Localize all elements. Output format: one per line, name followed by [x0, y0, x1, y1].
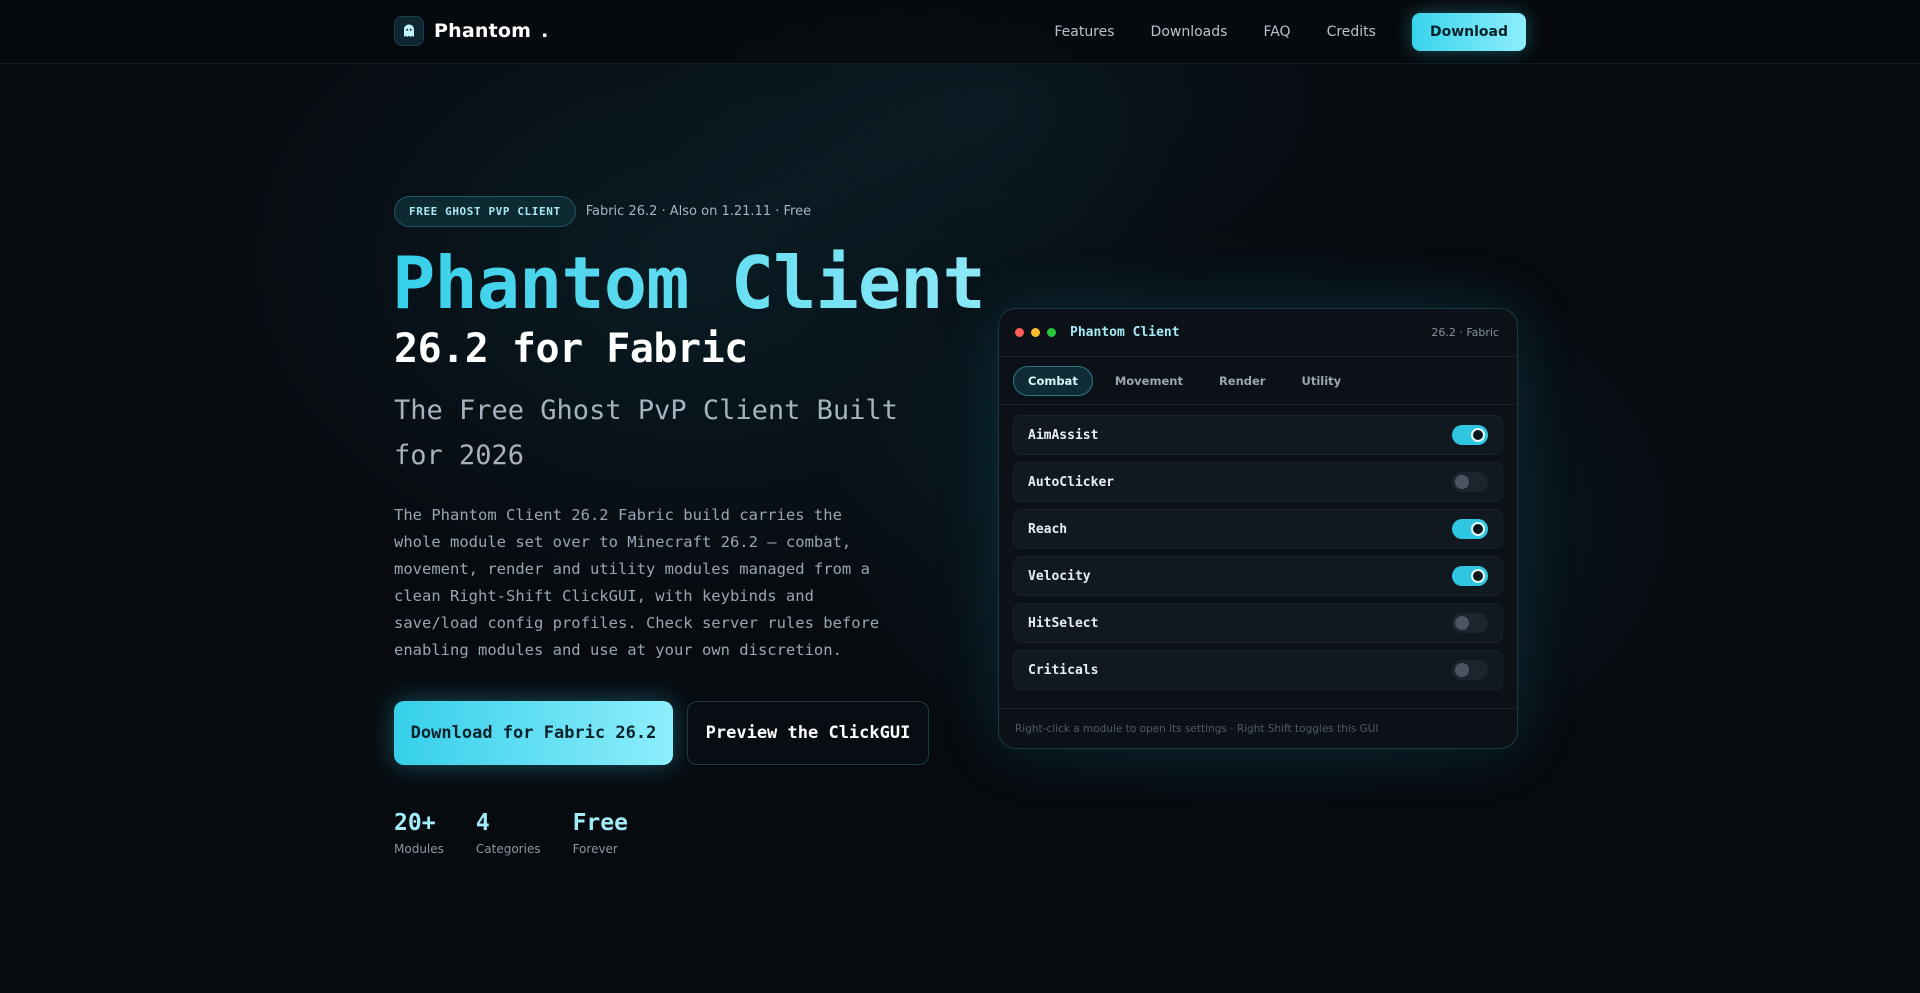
module-name: AimAssist: [1028, 427, 1099, 443]
module-row[interactable]: AutoClicker: [1013, 462, 1503, 502]
hero-tagline: The Free Ghost PvP Client Built for 2026: [394, 395, 898, 471]
brand-name: Phantom: [434, 20, 532, 42]
panel-footer-hint: Right-click a module to open its setting…: [999, 708, 1517, 748]
hero-badge-row: FREE GHOST PVP CLIENT Fabric 26.2 · Also…: [394, 196, 811, 227]
module-toggle[interactable]: [1452, 613, 1488, 633]
panel-version: 26.2 · Fabric: [1431, 326, 1499, 339]
stat-value: Free: [572, 810, 628, 836]
module-toggle[interactable]: [1452, 660, 1488, 680]
module-toggle[interactable]: [1452, 519, 1488, 539]
hero-meta: Fabric 26.2 · Also on 1.21.11 · Free: [585, 204, 812, 219]
panel-title: Phantom Client: [1070, 325, 1180, 340]
tab-utility[interactable]: Utility: [1287, 366, 1355, 396]
hero-title: Phantom Client: [392, 241, 986, 325]
tab-render[interactable]: Render: [1205, 366, 1280, 396]
stat-value: 4: [475, 810, 490, 836]
hero-stats: 20+ Modules 4 Categories Free Forever: [394, 810, 660, 856]
toggle-knob: [1455, 475, 1469, 489]
top-navbar: Phantom . Features Downloads FAQ Credits…: [0, 0, 1920, 64]
nav-download-button[interactable]: Download: [1411, 13, 1526, 51]
module-name: Reach: [1028, 521, 1068, 537]
toggle-knob: [1471, 522, 1485, 536]
brand-dot: .: [541, 20, 549, 42]
stat-modules: 20+ Modules: [394, 810, 444, 856]
nav-links: Features Downloads FAQ Credits Download: [1018, 13, 1526, 51]
stat-label: Modules: [394, 842, 444, 856]
brand[interactable]: Phantom .: [394, 16, 548, 46]
download-fabric-button[interactable]: Download for Fabric 26.2: [394, 701, 673, 765]
stat-label: Forever: [572, 842, 618, 856]
toggle-knob: [1471, 428, 1485, 442]
preview-clickgui-button[interactable]: Preview the ClickGUI: [687, 701, 929, 765]
background-glow: [0, 0, 1920, 993]
toggle-knob: [1455, 663, 1469, 677]
nav-link-faq[interactable]: FAQ: [1263, 24, 1290, 40]
module-toggle[interactable]: [1452, 566, 1488, 586]
hero-badge: FREE GHOST PVP CLIENT: [394, 196, 576, 227]
stat-categories: 4 Categories: [476, 810, 541, 856]
tab-combat[interactable]: Combat: [1013, 365, 1093, 396]
nav-link-features[interactable]: Features: [1054, 24, 1114, 40]
module-row[interactable]: Criticals: [1013, 650, 1503, 690]
stat-label: Categories: [475, 842, 541, 856]
stat-value: 20+: [394, 810, 436, 836]
module-row[interactable]: HitSelect: [1013, 603, 1503, 643]
module-name: Criticals: [1028, 662, 1099, 678]
hero-description: The Phantom Client 26.2 Fabric build car…: [394, 506, 880, 659]
module-row[interactable]: Reach: [1013, 509, 1503, 549]
ghost-icon: [394, 16, 424, 46]
hero-subtitle: 26.2 for Fabric: [394, 326, 748, 372]
module-toggle[interactable]: [1452, 425, 1488, 445]
maximize-dot-icon: [1047, 328, 1056, 337]
module-toggle[interactable]: [1452, 472, 1488, 492]
minimize-dot-icon: [1031, 328, 1040, 337]
tab-movement[interactable]: Movement: [1101, 366, 1197, 396]
module-name: AutoClicker: [1028, 474, 1115, 490]
stat-forever: Free Forever: [573, 810, 628, 856]
nav-link-downloads[interactable]: Downloads: [1151, 24, 1228, 40]
toggle-knob: [1471, 569, 1485, 583]
module-list: AimAssist AutoClicker Reach Velocity Hit…: [999, 405, 1517, 690]
panel-titlebar: Phantom Client 26.2 · Fabric: [999, 309, 1517, 357]
nav-link-credits[interactable]: Credits: [1327, 24, 1376, 40]
module-row[interactable]: AimAssist: [1013, 415, 1503, 455]
module-row[interactable]: Velocity: [1013, 556, 1503, 596]
panel-tabs: Combat Movement Render Utility: [999, 357, 1517, 405]
module-name: HitSelect: [1028, 615, 1099, 631]
module-name: Velocity: [1028, 568, 1091, 584]
close-dot-icon: [1015, 328, 1024, 337]
clickgui-preview-panel: Phantom Client 26.2 · Fabric Combat Move…: [998, 308, 1518, 749]
toggle-knob: [1455, 616, 1469, 630]
